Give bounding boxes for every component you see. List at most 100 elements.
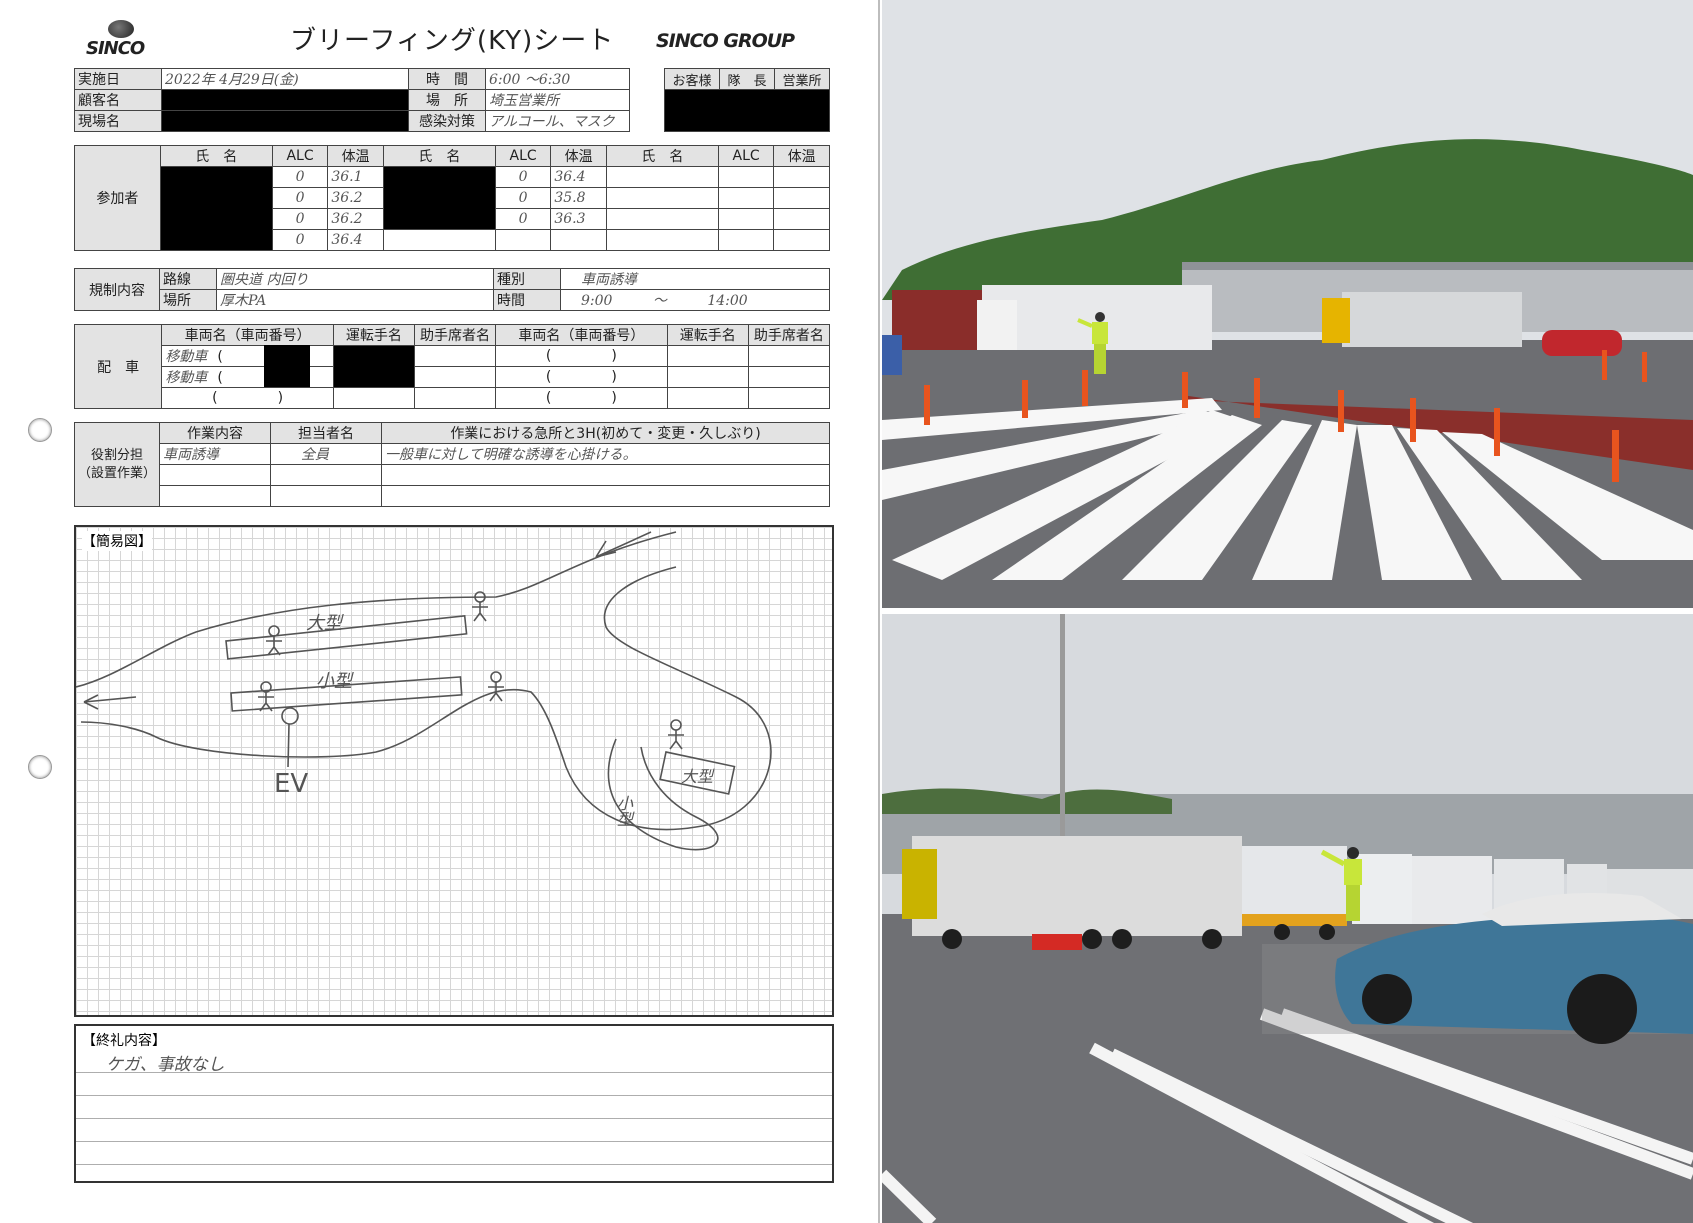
p6-alc: 0 <box>494 187 552 209</box>
truck-4-trailer <box>1412 856 1492 924</box>
date-value: 2022年 4月29日(金) <box>161 68 409 90</box>
logo-left-text: SINCO <box>86 38 145 59</box>
time-value: 6:00 ～6:30 <box>485 68 630 90</box>
participants-table: 参加者 氏 名 ALC 体温 氏 名 ALC 体温 氏 名 ALC 体温 0 3… <box>74 145 830 251</box>
diagram-section: 【簡易図】 大型 小型 EV 大型 小型 <box>74 525 834 1017</box>
small-vehicle-right-label: 小型 <box>614 795 633 827</box>
driver-header-2: 運転手名 <box>666 324 749 346</box>
sinco-group-logo: SINCO GROUP <box>656 30 795 52</box>
dispatch-table: 配 車 車両名（車両番号） 運転手名 助手席者名 車両名（車両番号） 運転手名 … <box>73 324 831 409</box>
p2-temp: 36.2 <box>327 187 384 209</box>
roles-label: 役割分担 （設置作業） <box>74 422 160 507</box>
p3-alc: 0 <box>271 208 329 230</box>
yellow-truck-trailer <box>1342 292 1522 347</box>
p3-name-header: 氏 名 <box>605 145 719 167</box>
roles-table: 役割分担 （設置作業） 作業内容 担当者名 作業における急所と3H(初めて・変更… <box>74 422 830 507</box>
vehicle-number-redacted <box>264 345 310 387</box>
p7-alc: 0 <box>494 208 552 230</box>
site-redacted <box>161 110 409 132</box>
parking-entrance-scene <box>882 0 1693 608</box>
p3-temp-header: 体温 <box>773 145 830 167</box>
stamp-table: お客様 隊 長 営業所 <box>664 68 830 132</box>
briefing-sheet: SINCO ブリーフィング(KY)シート SINCO GROUP 実施日 202… <box>0 0 880 1223</box>
blue-car <box>882 335 902 375</box>
diagram-sketch <box>76 531 772 851</box>
p2-temp-header: 体温 <box>550 145 607 167</box>
regulation-table: 規制内容 路線 圏央道 内回り 種別 車両誘導 場所 厚木PA 時間 9:00 … <box>74 268 830 311</box>
type-label: 種別 <box>493 268 561 290</box>
sinco-logo: SINCO <box>86 20 158 60</box>
truck-1-cab <box>902 849 937 919</box>
group1-names-redacted <box>159 166 273 251</box>
area-label: 場所 <box>159 289 217 311</box>
group2-names-redacted <box>382 166 496 230</box>
route-value: 圏央道 内回り <box>216 268 494 290</box>
vehicle-1-name: 移動車 <box>165 349 208 365</box>
stamp-leader: 隊 長 <box>719 68 775 90</box>
p4-alc: 0 <box>271 229 329 251</box>
task-header: 作業内容 <box>159 422 271 444</box>
p1-temp-header: 体温 <box>327 145 384 167</box>
vehicle-header-2: 車両名（車両番号） <box>495 324 668 346</box>
participants-label: 参加者 <box>74 145 161 251</box>
site-label: 現場名 <box>74 110 162 132</box>
closing-label: 【終礼内容】 <box>82 1033 166 1049</box>
driver-redacted <box>332 345 415 388</box>
truck-1-trailer <box>912 836 1242 936</box>
vehicle-2-name: 移動車 <box>165 370 208 386</box>
red-barrier <box>1032 934 1082 950</box>
large-vehicle-label: 大型 <box>306 613 342 634</box>
p3-alc-header: ALC <box>717 145 775 167</box>
closing-text: ケガ、事故なし <box>106 1055 225 1075</box>
assistant-header-1: 助手席者名 <box>413 324 497 346</box>
p5-temp: 36.4 <box>550 166 607 188</box>
area-value: 厚木PA <box>216 289 494 311</box>
large-vehicle-right-label: 大型 <box>681 767 714 786</box>
globe-icon <box>108 20 134 38</box>
assistant-header-2: 助手席者名 <box>747 324 831 346</box>
customer-redacted <box>161 89 409 111</box>
p1-temp: 36.1 <box>327 166 384 188</box>
point-header: 作業における急所と3H(初めて・変更・久しぶり) <box>381 422 830 444</box>
customer-label: 顧客名 <box>74 89 162 111</box>
time-separator: ～ <box>652 293 667 309</box>
p3-temp: 36.2 <box>327 208 384 230</box>
sheet-title: ブリーフィング(KY)シート <box>290 26 615 56</box>
driver-header-1: 運転手名 <box>332 324 415 346</box>
info-table: 実施日 2022年 4月29日(金) 時 間 6:00 ～6:30 顧客名 場 … <box>74 68 630 132</box>
binder-hole-top <box>28 418 52 442</box>
time-range: 9:00 ～ 14:00 <box>560 289 830 311</box>
route-label: 路線 <box>159 268 217 290</box>
infection-value: アルコール、マスク <box>485 110 630 132</box>
p1-alc-header: ALC <box>271 145 329 167</box>
ev-label: EV <box>274 769 309 799</box>
time-range-label: 時間 <box>493 289 561 311</box>
infection-label: 感染対策 <box>408 110 486 132</box>
vehicle-3-cell: () <box>495 345 668 367</box>
closing-section: 【終礼内容】 ケガ、事故なし <box>74 1024 834 1183</box>
photo-truck-parking <box>882 614 1693 1223</box>
red-truck <box>892 290 982 350</box>
date-label: 実施日 <box>74 68 162 90</box>
small-vehicle-label: 小型 <box>316 671 352 692</box>
p2-alc: 0 <box>271 187 329 209</box>
photo-parking-entrance <box>882 0 1693 608</box>
vehicle-header-1: 車両名（車両番号） <box>161 324 334 346</box>
stamp-redacted <box>664 89 830 132</box>
vehicle-4-cell: () <box>495 366 668 388</box>
yellow-truck-cab <box>1322 298 1350 343</box>
vehicle-5-cell: () <box>161 387 334 409</box>
truck-parking-scene <box>882 614 1693 1223</box>
type-value: 車両誘導 <box>560 268 830 290</box>
task-value: 車両誘導 <box>159 443 271 465</box>
time-start: 9:00 <box>581 293 613 309</box>
point-value: 一般車に対して明確な誘導を心掛ける。 <box>381 443 830 465</box>
p6-temp: 35.8 <box>550 187 607 209</box>
stamp-customer: お客様 <box>664 68 720 90</box>
time-label: 時 間 <box>408 68 486 90</box>
dispatch-label: 配 車 <box>73 324 163 409</box>
person-header: 担当者名 <box>270 422 382 444</box>
time-end: 14:00 <box>707 293 748 309</box>
p4-temp: 36.4 <box>327 229 384 251</box>
stamp-office: 営業所 <box>774 68 830 90</box>
